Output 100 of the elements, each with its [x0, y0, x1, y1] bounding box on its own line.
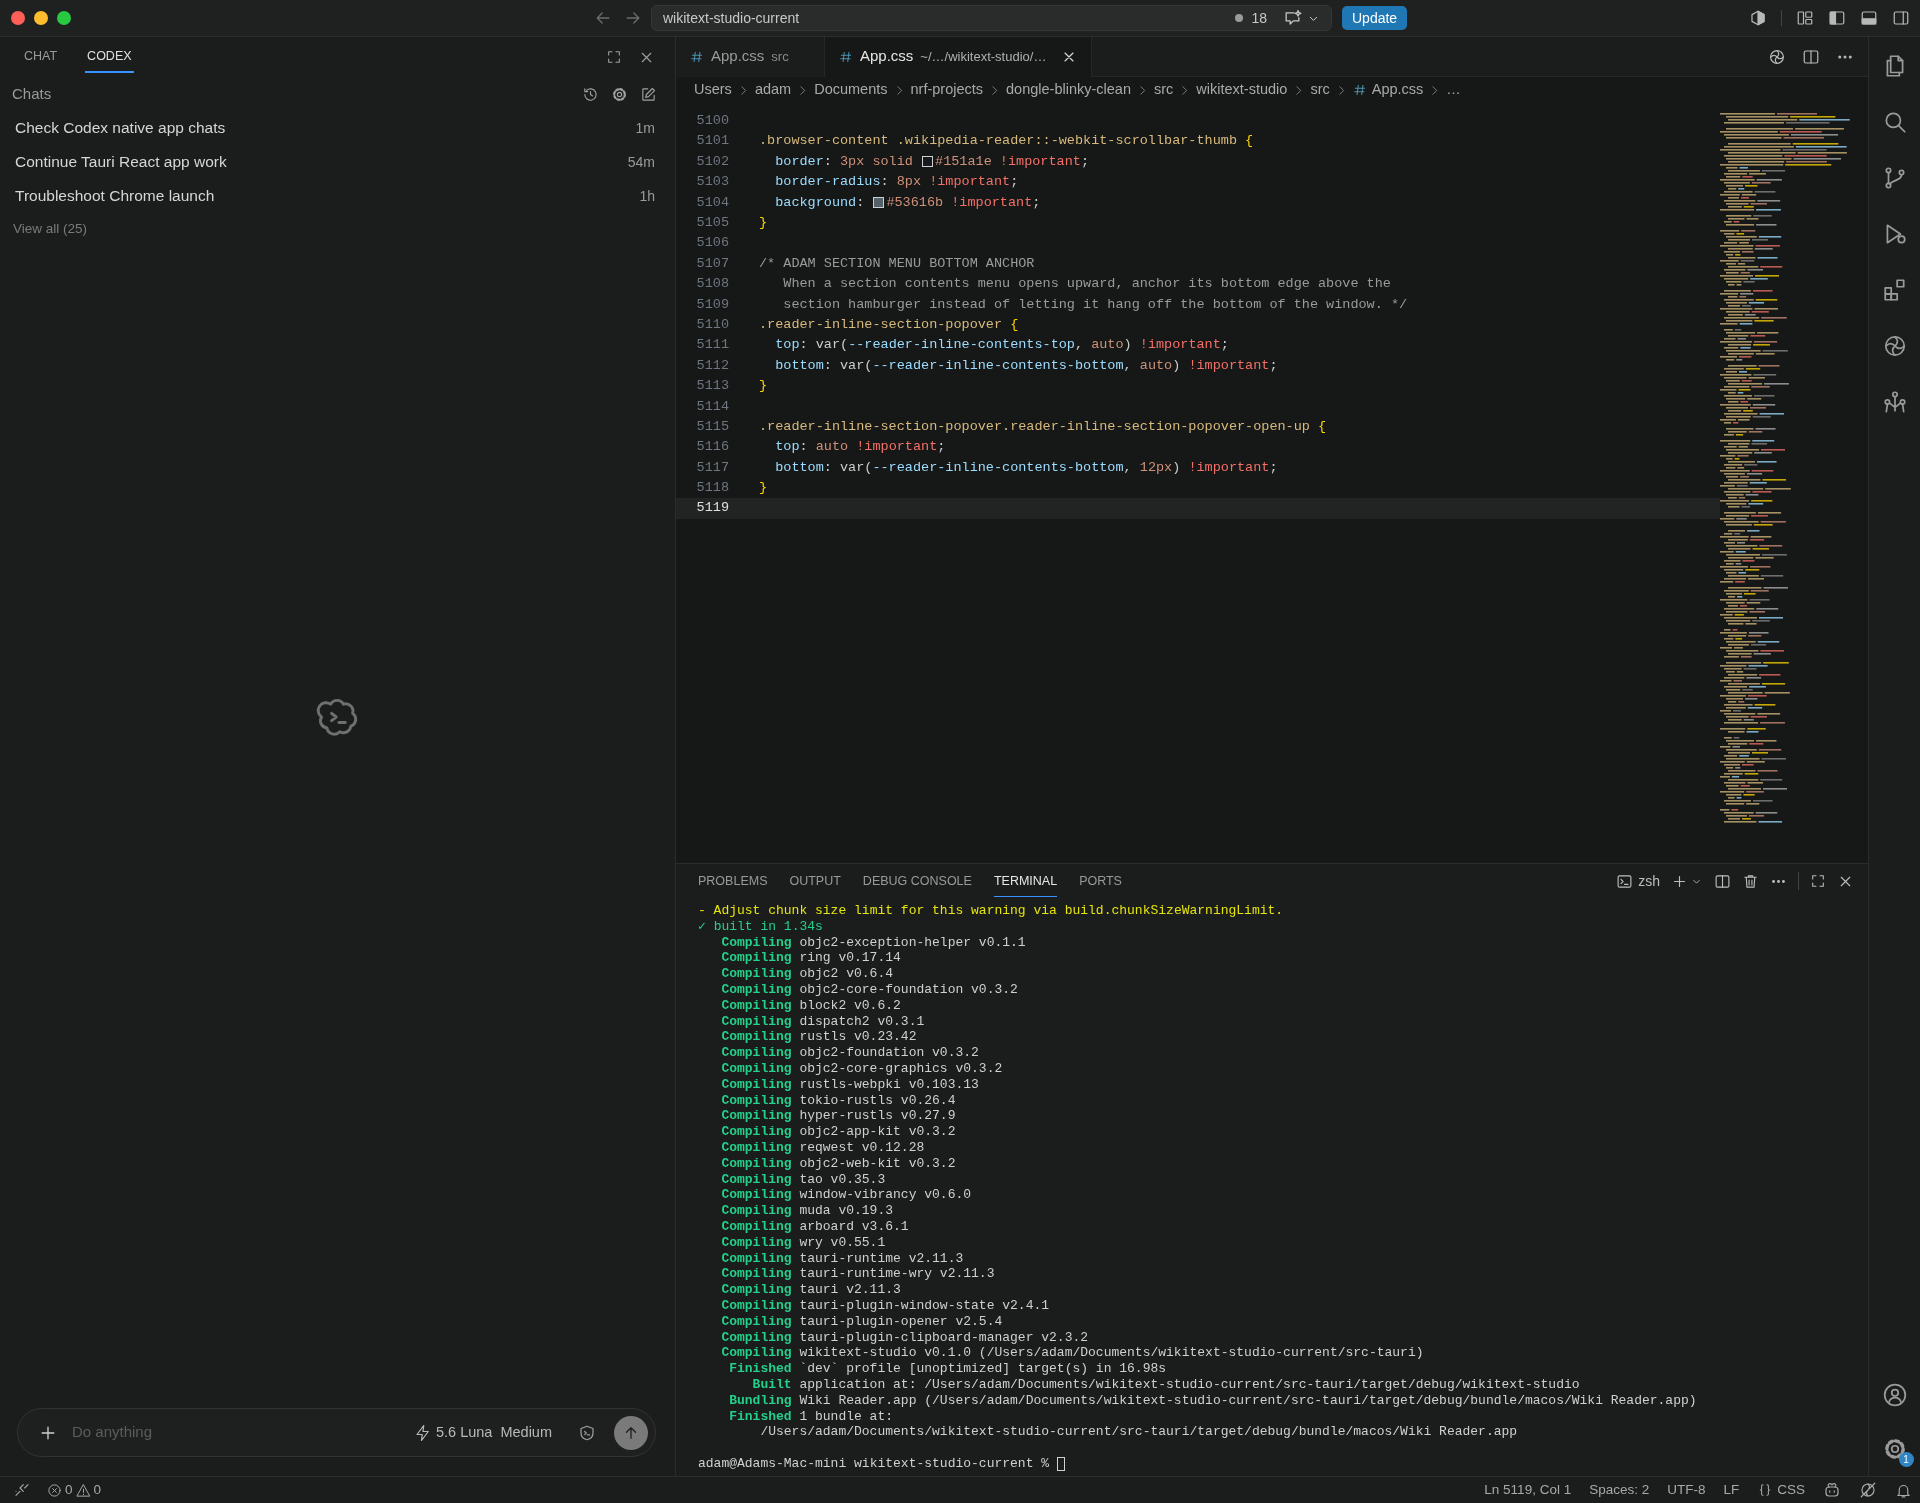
terminal-line: Compiling window-vibrancy v0.6.0 [720, 1187, 973, 1204]
status-item[interactable]: Ln 5119, Col 1 [1484, 1479, 1572, 1501]
breadcrumb-item[interactable]: nrf-projects [910, 79, 984, 101]
breadcrumb-item[interactable]: adam [754, 79, 792, 101]
tree-icon[interactable] [1881, 389, 1908, 415]
terminal-line: Compiling tao v0.35.3 [720, 1171, 887, 1188]
extensions-icon[interactable] [1881, 277, 1908, 303]
terminal-line: Compiling dispatch2 v0.3.1 [720, 1013, 926, 1030]
terminal-line: Compiling objc2 v0.6.4 [720, 966, 895, 982]
command-center[interactable]: wikitext-studio-current 18 [651, 5, 1332, 31]
hash-icon [690, 49, 704, 64]
workspace-title: wikitext-studio-current [663, 8, 800, 28]
panel-toggle-icon[interactable] [1860, 9, 1878, 27]
panel-tab[interactable]: CHAT [22, 40, 60, 74]
terminal-line: Compiling tokio-rustls v0.26.4 [720, 1092, 957, 1109]
chat-item[interactable]: Troubleshoot Chrome launch 1h [0, 179, 675, 213]
error-icon [47, 1482, 62, 1498]
minimize-window-button[interactable] [34, 11, 48, 25]
dot-icon [1235, 14, 1244, 22]
terminal-line: Built application at: /Users/adam/Documents/wikitext-studio-current/src-tauri/target/debug/wikitext-studio [751, 1376, 1581, 1393]
send-button[interactable] [614, 1415, 648, 1450]
tab-detail: ~/…/wikitext-studio/… [920, 47, 1047, 66]
settings-icon[interactable] [611, 85, 628, 103]
terminal-line: Compiling objc2-exception-helper v0.1.1 [720, 934, 1027, 951]
color-swatch[interactable] [922, 156, 934, 168]
hexagon-icon[interactable] [1749, 9, 1767, 27]
chat-sparkle-icon[interactable] [1283, 8, 1302, 28]
view-all-link[interactable]: View all (25) [13, 218, 88, 240]
line-number: 5105 [695, 214, 729, 232]
breadcrumb-item[interactable]: wikitext-studio [1196, 79, 1288, 101]
terminal-line: - Adjust chunk size limit for this warning via build.chunkSizeWarningLimit. [698, 903, 1285, 919]
problems-status[interactable]: 0 0 [47, 1479, 102, 1501]
breadcrumb-item[interactable]: App.css [1371, 79, 1424, 101]
sidebar-toggle-icon[interactable] [1828, 9, 1846, 27]
text-cursor [1057, 1456, 1066, 1471]
panel-tab[interactable]: PORTS [1079, 865, 1122, 897]
panel-tab[interactable]: CODEX [85, 40, 134, 74]
code-text: /* ADAM SECTION MENU BOTTOM ANCHOR [759, 254, 1035, 273]
remote-icon[interactable] [14, 1482, 30, 1498]
swirl-off-icon[interactable] [1859, 1481, 1877, 1499]
panel-tab[interactable]: DEBUG CONSOLE [862, 865, 972, 897]
chat-time: 1h [639, 186, 655, 206]
terminal-line: Finished 1 bundle at: [728, 1408, 895, 1425]
breadcrumb-item[interactable]: src [1153, 79, 1174, 101]
model-label[interactable]: 5.6 Luna [435, 1421, 493, 1444]
line-number: 5111 [695, 336, 729, 355]
terminal-line: Compiling arboard v3.6.1 [720, 1218, 910, 1235]
breadcrumb-item[interactable]: dongle-blinky-clean [1006, 79, 1131, 101]
code-text: top: auto !important; [774, 438, 946, 457]
code-text: .browser-content .wikipedia-reader::-webkit-scrollbar-thumb { [759, 132, 1254, 151]
language-status[interactable]: CSS [1777, 1479, 1805, 1501]
editor-tab[interactable]: App.css ~/…/wikitext-studio/… [825, 36, 1093, 77]
code-text: background: [774, 193, 866, 212]
shield-icon[interactable] [578, 1423, 596, 1442]
panel-tab[interactable]: OUTPUT [789, 865, 841, 897]
terminal-line: Bundling Wiki Reader.app (/Users/adam/Documents/wikitext-studio-current/src-tauri/target/debug/bundle/macos/Wiki Reader.app) [728, 1392, 1698, 1409]
trash-icon[interactable] [1742, 872, 1759, 890]
maximize-icon[interactable] [606, 48, 622, 65]
status-item[interactable]: LF [1723, 1479, 1740, 1501]
lightning-icon[interactable] [413, 1423, 432, 1442]
chat-item[interactable]: Continue Tauri React app work 54m [0, 145, 675, 179]
history-icon[interactable] [582, 85, 599, 103]
split-editor-icon[interactable] [1802, 47, 1820, 66]
status-item[interactable]: UTF-8 [1667, 1479, 1706, 1501]
swirl-icon[interactable] [1768, 47, 1786, 66]
line-number: 5103 [695, 173, 729, 192]
shell-label[interactable]: zsh [1638, 870, 1660, 892]
panel-tab[interactable]: TERMINAL [993, 865, 1058, 897]
line-number: 5114 [695, 397, 729, 416]
terminal-line: ✓ built in 1.34s [698, 918, 824, 935]
new-chat-icon[interactable] [640, 85, 657, 103]
zoom-window-button[interactable] [57, 11, 71, 25]
robot-icon[interactable] [1823, 1481, 1841, 1499]
layout-icon[interactable] [1796, 9, 1814, 27]
chat-item[interactable]: Check Codex native app chats 1m [0, 111, 675, 145]
breadcrumb-item[interactable]: Documents [814, 79, 888, 101]
error-count: 0 [65, 1480, 73, 1499]
line-number: 5104 [695, 193, 729, 212]
split-terminal-icon[interactable] [1714, 872, 1731, 890]
close-window-button[interactable] [11, 11, 25, 25]
terminal-line: Compiling tauri-runtime-wry v2.11.3 [720, 1266, 996, 1283]
breadcrumb-item[interactable]: Users [694, 79, 732, 101]
effort-label[interactable]: Medium [500, 1421, 552, 1444]
editor-tab[interactable]: App.css src [676, 36, 825, 77]
status-item[interactable]: Spaces: 2 [1589, 1479, 1650, 1501]
account-icon[interactable] [1881, 1382, 1908, 1408]
breadcrumb-item[interactable]: src [1310, 79, 1330, 101]
panel-tab[interactable]: PROBLEMS [698, 865, 768, 897]
maximize-icon[interactable] [1810, 873, 1826, 889]
message-field[interactable]: Do anything 5.6 Luna Medium [17, 1408, 656, 1457]
line-number: 5101 [695, 132, 729, 151]
line-number: 5113 [695, 377, 729, 396]
code-text: .reader-inline-section-popover { [759, 315, 1019, 334]
secondary-sidebar-toggle-icon[interactable] [1892, 9, 1910, 27]
terminal-icon[interactable] [1616, 872, 1634, 890]
color-swatch[interactable] [873, 197, 885, 209]
update-button[interactable]: Update [1342, 6, 1408, 30]
terminal-prompt: adam@Adams-Mac-mini wikitext-studio-current % [698, 1455, 1050, 1472]
breadcrumb-item[interactable]: … [1446, 79, 1461, 101]
line-number: 5108 [695, 275, 729, 294]
